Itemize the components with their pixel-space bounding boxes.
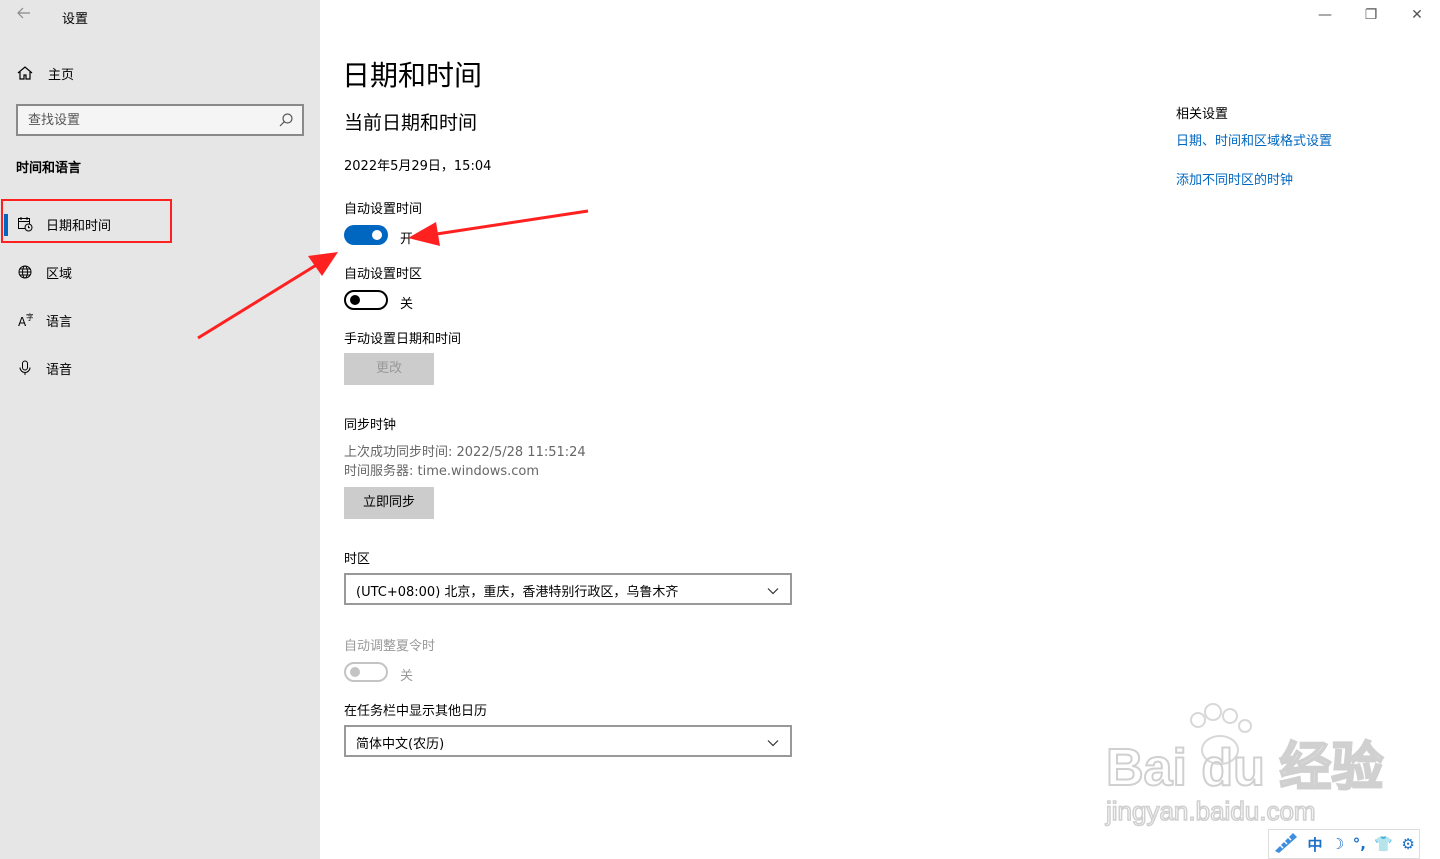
calendar-label: 在任务栏中显示其他日历	[344, 704, 488, 719]
manual-datetime-label: 手动设置日期和时间	[344, 332, 462, 347]
globe-icon	[16, 263, 34, 281]
page-title: 日期和时间	[342, 59, 483, 92]
gear-icon[interactable]: ⚙	[1401, 835, 1414, 853]
auto-timezone-toggle[interactable]	[344, 290, 388, 310]
arrow-to-toggle	[408, 209, 589, 246]
related-settings-heading: 相关设置	[1176, 107, 1229, 122]
shirt-icon[interactable]: 👕	[1374, 835, 1393, 853]
auto-time-label: 自动设置时间	[344, 202, 423, 217]
timezone-value: (UTC+08:00) 北京，重庆，香港特别行政区，乌鲁木齐	[356, 585, 679, 600]
home-icon	[16, 64, 34, 82]
punctuation-icon[interactable]: °,	[1353, 835, 1366, 853]
ime-mode-indicator[interactable]: 中	[1308, 834, 1323, 855]
search-input[interactable]	[18, 106, 268, 134]
minimize-button[interactable]: —	[1314, 4, 1336, 26]
timezone-select[interactable]: (UTC+08:00) 北京，重庆，香港特别行政区，乌鲁木齐	[344, 573, 792, 605]
ime-toolbar: 中 ☽ °, 👕 ⚙	[1268, 829, 1420, 859]
sidebar-item-region[interactable]: 区域	[0, 252, 320, 292]
dst-state: 关	[400, 669, 414, 684]
chevron-down-icon	[766, 583, 780, 597]
microphone-icon	[16, 359, 34, 377]
baidu-watermark: Bai du 经验 jingyan.baidu.com	[1100, 700, 1400, 830]
region-format-link[interactable]: 日期、时间和区域格式设置	[1176, 130, 1332, 149]
timezone-label: 时区	[344, 552, 371, 567]
home-label: 主页	[48, 67, 75, 83]
chevron-down-icon	[766, 735, 780, 749]
time-server-text: 时间服务器: time.windows.com	[344, 464, 540, 479]
dst-toggle[interactable]	[344, 662, 388, 682]
svg-text:字: 字	[26, 312, 33, 322]
auto-time-state: 开	[400, 232, 414, 247]
app-title: 设置	[62, 12, 89, 27]
language-icon: A字	[16, 311, 34, 329]
moon-icon[interactable]: ☽	[1331, 835, 1344, 853]
sidebar-item-label: 语音	[46, 362, 73, 378]
auto-timezone-label: 自动设置时区	[344, 267, 423, 282]
sync-heading: 同步时钟	[344, 418, 397, 433]
search-box[interactable]	[16, 104, 304, 136]
ime-logo-icon[interactable]	[1273, 831, 1299, 857]
auto-timezone-state: 关	[400, 297, 414, 312]
maximize-button[interactable]: ❐	[1360, 4, 1382, 26]
toggle-knob	[350, 295, 360, 305]
toggle-knob	[350, 667, 360, 677]
toggle-knob	[372, 230, 382, 240]
current-datetime: 2022年5月29日，15:04	[344, 159, 492, 174]
search-icon	[278, 112, 294, 128]
close-button[interactable]: ✕	[1406, 4, 1428, 26]
sidebar-item-label: 区域	[46, 266, 73, 282]
sidebar-item-label: 语言	[46, 314, 73, 330]
auto-time-toggle[interactable]	[344, 225, 388, 245]
home-nav-item[interactable]: 主页	[16, 62, 74, 84]
annotation-highlight-box	[1, 199, 172, 243]
calendar-select[interactable]: 简体中文(农历)	[344, 725, 792, 757]
section-subtitle: 当前日期和时间	[344, 112, 478, 134]
section-heading: 时间和语言	[16, 161, 82, 176]
sync-now-button[interactable]: 立即同步	[344, 487, 434, 519]
watermark-brand: Bai du 经验	[1106, 739, 1383, 797]
last-sync-text: 上次成功同步时间: 2022/5/28 11:51:24	[344, 445, 586, 460]
change-button[interactable]: 更改	[344, 353, 434, 385]
sidebar-item-language[interactable]: A字 语言	[0, 300, 320, 340]
sidebar: 设置 主页 时间和语言 日期和时间 区域 A字 语言 语音	[0, 0, 320, 859]
dst-label: 自动调整夏令时	[344, 639, 436, 654]
add-clocks-link[interactable]: 添加不同时区的时钟	[1176, 169, 1293, 188]
watermark-url: jingyan.baidu.com	[1105, 796, 1316, 826]
calendar-value: 简体中文(农历)	[356, 737, 445, 752]
back-arrow-icon[interactable]	[12, 4, 36, 28]
sidebar-item-speech[interactable]: 语音	[0, 348, 320, 388]
